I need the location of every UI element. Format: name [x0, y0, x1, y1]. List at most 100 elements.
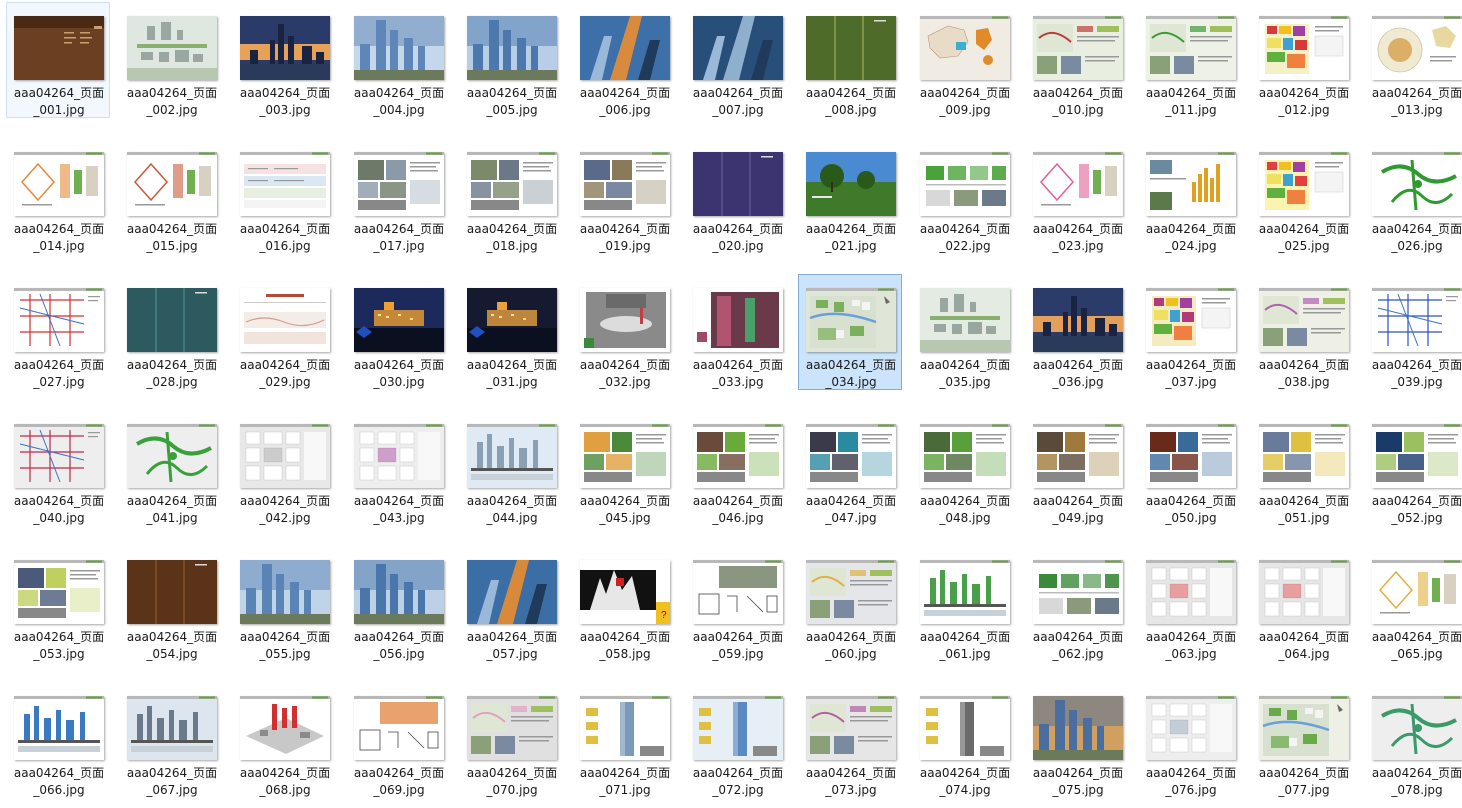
- file-name-label[interactable]: aaa04264_页面 _016.jpg: [233, 221, 337, 255]
- file-item[interactable]: aaa04264_页面 _050.jpg: [1138, 410, 1242, 526]
- image-thumbnail[interactable]: [127, 696, 217, 760]
- file-item[interactable]: aaa04264_页面 _076.jpg: [1138, 682, 1242, 798]
- file-item[interactable]: aaa04264_页面 _042.jpg: [232, 410, 336, 526]
- file-item[interactable]: aaa04264_页面 _067.jpg: [119, 682, 223, 798]
- file-item[interactable]: aaa04264_页面 _031.jpg: [459, 274, 563, 390]
- file-name-label[interactable]: aaa04264_页面 _010.jpg: [1026, 85, 1130, 119]
- image-thumbnail[interactable]: [920, 696, 1010, 760]
- file-name-label[interactable]: aaa04264_页面 _020.jpg: [686, 221, 790, 255]
- file-name-label[interactable]: aaa04264_页面 _031.jpg: [460, 357, 564, 391]
- file-name-label[interactable]: aaa04264_页面 _011.jpg: [1139, 85, 1243, 119]
- file-name-label[interactable]: aaa04264_页面 _027.jpg: [7, 357, 111, 391]
- file-name-label[interactable]: aaa04264_页面 _063.jpg: [1139, 629, 1243, 663]
- image-thumbnail[interactable]: [354, 152, 444, 216]
- image-thumbnail[interactable]: [127, 152, 217, 216]
- file-item[interactable]: aaa04264_页面 _034.jpg: [798, 274, 902, 390]
- file-name-label[interactable]: aaa04264_页面 _053.jpg: [7, 629, 111, 663]
- image-thumbnail[interactable]: [693, 560, 783, 624]
- file-name-label[interactable]: aaa04264_页面 _004.jpg: [347, 85, 451, 119]
- file-item[interactable]: aaa04264_页面 _014.jpg: [6, 138, 110, 254]
- file-item[interactable]: aaa04264_页面 _040.jpg: [6, 410, 110, 526]
- file-item[interactable]: aaa04264_页面 _061.jpg: [912, 546, 1016, 662]
- file-name-label[interactable]: aaa04264_页面 _002.jpg: [120, 85, 224, 119]
- file-name-label[interactable]: aaa04264_页面 _069.jpg: [347, 765, 451, 799]
- image-thumbnail[interactable]: [693, 696, 783, 760]
- file-name-label[interactable]: aaa04264_页面 _061.jpg: [913, 629, 1017, 663]
- file-name-label[interactable]: aaa04264_页面 _034.jpg: [799, 357, 903, 391]
- image-thumbnail[interactable]: [1146, 424, 1236, 488]
- file-item[interactable]: aaa04264_页面 _010.jpg: [1025, 2, 1129, 118]
- file-name-label[interactable]: aaa04264_页面 _051.jpg: [1252, 493, 1356, 527]
- file-name-label[interactable]: aaa04264_页面 _014.jpg: [7, 221, 111, 255]
- file-item[interactable]: aaa04264_页面 _017.jpg: [346, 138, 450, 254]
- image-thumbnail[interactable]: [806, 560, 896, 624]
- file-item[interactable]: aaa04264_页面 _008.jpg: [798, 2, 902, 118]
- image-thumbnail[interactable]: [580, 424, 670, 488]
- file-item[interactable]: aaa04264_页面 _077.jpg: [1251, 682, 1355, 798]
- file-name-label[interactable]: aaa04264_页面 _028.jpg: [120, 357, 224, 391]
- file-name-label[interactable]: aaa04264_页面 _032.jpg: [573, 357, 677, 391]
- file-item[interactable]: aaa04264_页面 _020.jpg: [685, 138, 789, 254]
- file-item[interactable]: aaa04264_页面 _032.jpg: [572, 274, 676, 390]
- file-name-label[interactable]: aaa04264_页面 _033.jpg: [686, 357, 790, 391]
- image-thumbnail[interactable]: [806, 696, 896, 760]
- file-name-label[interactable]: aaa04264_页面 _007.jpg: [686, 85, 790, 119]
- file-name-label[interactable]: aaa04264_页面 _030.jpg: [347, 357, 451, 391]
- image-thumbnail[interactable]: [1372, 152, 1462, 216]
- file-name-label[interactable]: aaa04264_页面 _022.jpg: [913, 221, 1017, 255]
- file-name-label[interactable]: aaa04264_页面 _005.jpg: [460, 85, 564, 119]
- file-item[interactable]: aaa04264_页面 _013.jpg: [1364, 2, 1462, 118]
- file-item[interactable]: aaa04264_页面 _045.jpg: [572, 410, 676, 526]
- file-name-label[interactable]: aaa04264_页面 _060.jpg: [799, 629, 903, 663]
- image-thumbnail[interactable]: [1372, 696, 1462, 760]
- file-item[interactable]: aaa04264_页面 _036.jpg: [1025, 274, 1129, 390]
- image-thumbnail[interactable]: [1259, 560, 1349, 624]
- image-thumbnail[interactable]: [127, 560, 217, 624]
- file-item[interactable]: aaa04264_页面 _073.jpg: [798, 682, 902, 798]
- file-name-label[interactable]: aaa04264_页面 _021.jpg: [799, 221, 903, 255]
- image-thumbnail[interactable]: [1146, 696, 1236, 760]
- image-thumbnail[interactable]: [693, 424, 783, 488]
- file-name-label[interactable]: aaa04264_页面 _029.jpg: [233, 357, 337, 391]
- file-item[interactable]: aaa04264_页面 _053.jpg: [6, 546, 110, 662]
- file-item[interactable]: aaa04264_页面 _064.jpg: [1251, 546, 1355, 662]
- file-name-label[interactable]: aaa04264_页面 _003.jpg: [233, 85, 337, 119]
- file-name-label[interactable]: aaa04264_页面 _037.jpg: [1139, 357, 1243, 391]
- file-name-label[interactable]: aaa04264_页面 _066.jpg: [7, 765, 111, 799]
- file-name-label[interactable]: aaa04264_页面 _025.jpg: [1252, 221, 1356, 255]
- file-item[interactable]: aaa04264_页面 _075.jpg: [1025, 682, 1129, 798]
- file-item[interactable]: aaa04264_页面 _055.jpg: [232, 546, 336, 662]
- file-name-label[interactable]: aaa04264_页面 _045.jpg: [573, 493, 677, 527]
- file-item[interactable]: aaa04264_页面 _066.jpg: [6, 682, 110, 798]
- file-name-label[interactable]: aaa04264_页面 _040.jpg: [7, 493, 111, 527]
- file-item[interactable]: aaa04264_页面 _051.jpg: [1251, 410, 1355, 526]
- image-thumbnail[interactable]: [1033, 152, 1123, 216]
- image-thumbnail[interactable]: [920, 424, 1010, 488]
- image-thumbnail[interactable]: [920, 288, 1010, 352]
- file-name-label[interactable]: aaa04264_页面 _056.jpg: [347, 629, 451, 663]
- image-thumbnail[interactable]: [354, 288, 444, 352]
- image-thumbnail[interactable]: [1259, 696, 1349, 760]
- file-name-label[interactable]: aaa04264_页面 _078.jpg: [1365, 765, 1462, 799]
- file-item[interactable]: aaa04264_页面 _003.jpg: [232, 2, 336, 118]
- file-name-label[interactable]: aaa04264_页面 _018.jpg: [460, 221, 564, 255]
- file-name-label[interactable]: aaa04264_页面 _070.jpg: [460, 765, 564, 799]
- image-thumbnail[interactable]: [580, 16, 670, 80]
- file-name-label[interactable]: aaa04264_页面 _013.jpg: [1365, 85, 1462, 119]
- file-name-label[interactable]: aaa04264_页面 _058.jpg: [573, 629, 677, 663]
- file-name-label[interactable]: aaa04264_页面 _064.jpg: [1252, 629, 1356, 663]
- image-thumbnail[interactable]: [580, 152, 670, 216]
- image-thumbnail[interactable]: [806, 424, 896, 488]
- image-thumbnail[interactable]: [467, 152, 557, 216]
- file-name-label[interactable]: aaa04264_页面 _024.jpg: [1139, 221, 1243, 255]
- file-name-label[interactable]: aaa04264_页面 _001.jpg: [7, 85, 111, 119]
- image-thumbnail[interactable]: [806, 16, 896, 80]
- file-name-label[interactable]: aaa04264_页面 _035.jpg: [913, 357, 1017, 391]
- file-item[interactable]: aaa04264_页面 _054.jpg: [119, 546, 223, 662]
- image-thumbnail[interactable]: [580, 696, 670, 760]
- image-thumbnail[interactable]: [14, 424, 104, 488]
- file-name-label[interactable]: aaa04264_页面 _044.jpg: [460, 493, 564, 527]
- file-name-label[interactable]: aaa04264_页面 _042.jpg: [233, 493, 337, 527]
- image-thumbnail[interactable]: [467, 560, 557, 624]
- image-thumbnail[interactable]: [240, 16, 330, 80]
